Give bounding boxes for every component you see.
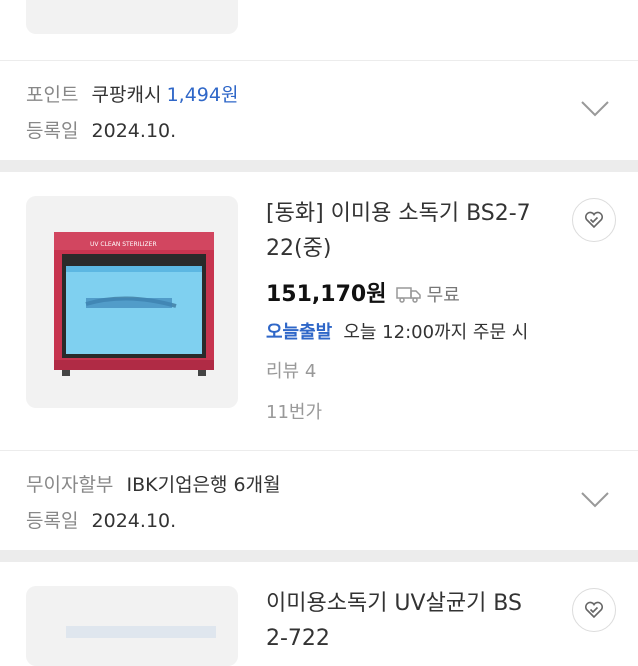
wishlist-button[interactable] bbox=[572, 588, 616, 632]
point-text: 쿠팡캐시 bbox=[91, 84, 162, 106]
review-count: 리뷰 4 bbox=[266, 361, 317, 382]
date-value: 2024.10. bbox=[91, 120, 177, 142]
delivery-row: 오늘출발 오늘 12:00까지 주문 시 bbox=[266, 318, 528, 344]
divider bbox=[0, 450, 638, 451]
delivery-badge: 오늘출발 bbox=[266, 322, 333, 343]
heart-icon bbox=[584, 211, 604, 229]
date-row: 등록일 2024.10. bbox=[26, 116, 176, 142]
product-title-line: 22(중) bbox=[266, 236, 332, 261]
point-row: 포인트 쿠팡캐시 1,494원 bbox=[26, 80, 238, 106]
date-row: 등록일 2024.10. bbox=[26, 506, 176, 532]
chevron-down-icon[interactable] bbox=[580, 491, 610, 509]
point-label: 포인트 bbox=[26, 84, 79, 106]
product-title[interactable]: 이미용소독기 UV살균기 BS 2-722 bbox=[266, 586, 556, 656]
wishlist-button[interactable] bbox=[572, 198, 616, 242]
point-amount: 1,494원 bbox=[166, 84, 239, 106]
product-thumbnail[interactable]: UV CLEAN STERILIZER bbox=[26, 196, 238, 408]
date-value: 2024.10. bbox=[91, 510, 177, 532]
truck-icon bbox=[395, 287, 421, 303]
product-title-line: 2-722 bbox=[266, 626, 330, 651]
product-title-line: 이미용소독기 UV살균기 BS bbox=[266, 591, 522, 616]
section-separator bbox=[0, 160, 638, 172]
product-thumbnail[interactable] bbox=[26, 586, 238, 666]
price-row: 151,170원 무료 bbox=[266, 276, 460, 307]
product-price: 151,170원 bbox=[266, 282, 387, 307]
product-title[interactable]: [동화] 이미용 소독기 BS2-7 22(중) bbox=[266, 196, 556, 266]
divider bbox=[0, 60, 638, 61]
date-label: 등록일 bbox=[26, 510, 79, 532]
date-label: 등록일 bbox=[26, 120, 79, 142]
product-image-fragment bbox=[66, 626, 216, 638]
product-rank: 11번가 bbox=[266, 402, 323, 423]
installment-label: 무이자할부 bbox=[26, 474, 114, 496]
installment-row: 무이자할부 IBK기업은행 6개월 bbox=[26, 470, 281, 496]
heart-icon bbox=[584, 601, 604, 619]
installment-value: IBK기업은행 6개월 bbox=[126, 474, 281, 496]
product-image bbox=[54, 232, 214, 376]
chevron-down-icon[interactable] bbox=[580, 100, 610, 118]
product-title-line: [동화] 이미용 소독기 BS2-7 bbox=[266, 201, 531, 226]
shipping-free: 무료 bbox=[426, 285, 460, 306]
delivery-text: 오늘 12:00까지 주문 시 bbox=[343, 322, 529, 343]
product-label: UV CLEAN STERILIZER bbox=[90, 241, 157, 248]
section-separator bbox=[0, 550, 638, 562]
product-thumbnail[interactable] bbox=[26, 0, 238, 34]
